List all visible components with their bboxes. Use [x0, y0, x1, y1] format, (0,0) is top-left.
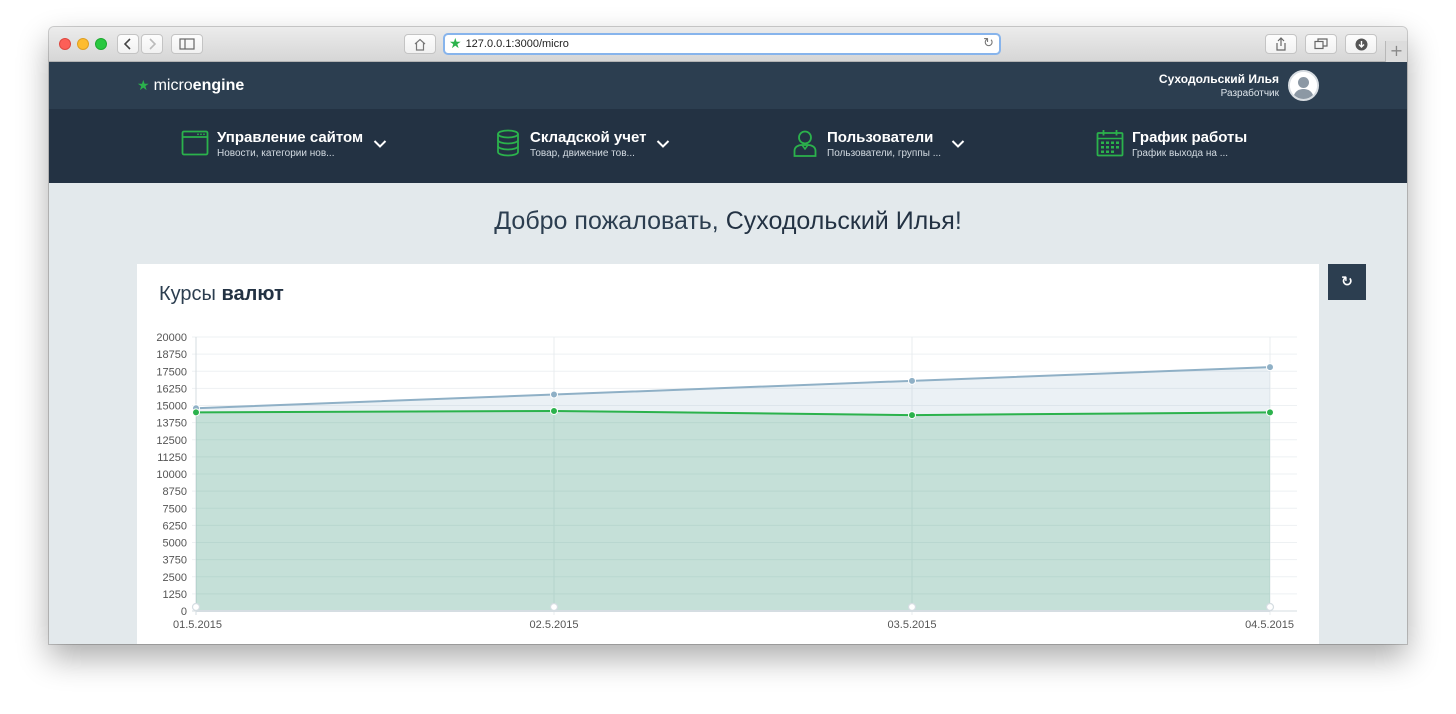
brand-name-bold: engine	[192, 77, 245, 94]
y-tick-label: 16250	[156, 383, 187, 395]
y-tick-label: 17500	[156, 366, 187, 378]
main-navigation: Управление сайтом Новости, категории нов…	[49, 109, 1407, 183]
brand-logo[interactable]: ★ micro engine	[137, 77, 244, 95]
data-point	[1266, 408, 1274, 417]
chevron-down-icon[interactable]	[656, 139, 670, 149]
brand-name-light: micro	[153, 77, 193, 94]
currency-rates-card: Курсы валют 0 1250 2500 3750 5000 6250 7500 875…	[137, 264, 1319, 644]
y-tick-label: 10000	[156, 469, 187, 481]
y-tick-label: 13750	[156, 418, 187, 430]
y-tick-label: 12500	[156, 435, 187, 447]
browser-window-icon	[181, 130, 209, 156]
y-tick-label: 2500	[163, 572, 187, 584]
data-point	[191, 602, 201, 612]
nav-title: Пользователи	[827, 129, 934, 146]
welcome-heading: Добро пожаловать, Суходольский Илья!	[49, 207, 1407, 236]
y-tick-label: 20000	[156, 332, 187, 344]
y-tick-label: 1250	[163, 589, 187, 601]
welcome-prefix: Добро пожаловать,	[494, 207, 726, 235]
user-info[interactable]: Суходольский Илья Разработчик	[1159, 72, 1279, 99]
data-point	[1266, 363, 1274, 372]
data-point	[908, 411, 916, 420]
user-name: Суходольский Илья	[1158, 72, 1279, 86]
nav-subtitle: График выхода на ...	[1132, 148, 1229, 159]
home-icon	[414, 38, 426, 51]
chevron-down-icon[interactable]	[951, 139, 965, 149]
share-icon	[1276, 37, 1286, 51]
avatar[interactable]	[1288, 70, 1319, 101]
currency-rates-chart: 0 1250 2500 3750 5000 6250 7500 8750 10000 11250 1…	[156, 332, 1297, 631]
x-tick-label: 03.5.2015	[888, 619, 937, 631]
nav-subtitle: Товар, движение тов...	[530, 148, 635, 159]
refresh-button[interactable]: ↻	[1328, 264, 1366, 300]
new-tab-button[interactable]: +	[1385, 41, 1407, 62]
address-bar[interactable]: ★ 127.0.0.1:3000/micro ↻	[443, 33, 1001, 55]
data-point	[908, 376, 916, 385]
refresh-icon: ↻	[1341, 274, 1353, 290]
close-window-button[interactable]	[59, 38, 71, 50]
zoom-window-button[interactable]	[95, 38, 107, 50]
y-tick-label: 18750	[156, 349, 187, 361]
y-tick-label: 5000	[163, 538, 187, 550]
reload-icon[interactable]: ↻	[983, 36, 994, 51]
download-icon	[1355, 38, 1367, 50]
y-tick-label: 8750	[163, 486, 187, 498]
data-point	[907, 602, 917, 612]
share-button[interactable]	[1265, 34, 1297, 54]
app-header: ★ micro engine Суходольский Илья Разработ…	[49, 62, 1407, 109]
chevron-right-icon	[149, 38, 157, 50]
minimize-window-button[interactable]	[77, 38, 89, 50]
y-tick-label: 6250	[163, 520, 187, 532]
browser-toolbar: ★ 127.0.0.1:3000/micro ↻ +	[49, 27, 1407, 62]
x-tick-label: 01.5.2015	[173, 619, 222, 631]
data-point	[549, 602, 559, 612]
nav-title: График работы	[1132, 129, 1248, 146]
star-icon: ★	[137, 78, 150, 94]
nav-title: Складской учет	[530, 129, 647, 146]
series-area	[196, 410, 1270, 611]
database-icon	[497, 129, 519, 157]
y-tick-label: 15000	[156, 401, 187, 413]
x-tick-label: 04.5.2015	[1245, 619, 1294, 631]
user-role: Разработчик	[1220, 88, 1279, 99]
browser-window: ★ 127.0.0.1:3000/micro ↻ + ★ micro engine…	[49, 27, 1407, 644]
y-tick-label: 7500	[163, 503, 187, 515]
nav-item-users[interactable]: Пользователи Пользователи, группы ...	[791, 129, 965, 161]
nav-item-warehouse[interactable]: Складской учет Товар, движение тов...	[494, 129, 670, 161]
data-point	[1265, 602, 1275, 612]
chevron-down-icon[interactable]	[373, 139, 387, 149]
calendar-icon	[1096, 130, 1124, 157]
data-point	[550, 390, 558, 399]
y-tick-label: 0	[181, 606, 187, 618]
back-button[interactable]	[117, 34, 139, 54]
sidebar-icon	[179, 38, 195, 50]
downloads-button[interactable]	[1345, 34, 1377, 54]
nav-subtitle: Пользователи, группы ...	[827, 148, 942, 159]
address-url[interactable]: 127.0.0.1:3000/micro	[466, 38, 569, 50]
data-point	[550, 406, 558, 415]
user-icon	[793, 130, 817, 157]
tabs-overview-button[interactable]	[1305, 34, 1337, 54]
welcome-suffix: !	[954, 207, 962, 235]
forward-button[interactable]	[141, 34, 163, 54]
nav-item-schedule[interactable]: График работы График выхода на ...	[1096, 129, 1247, 161]
y-tick-label: 11250	[157, 452, 187, 464]
nav-subtitle: Новости, категории нов...	[217, 148, 335, 159]
tabs-icon	[1314, 38, 1328, 50]
data-point	[192, 408, 200, 417]
chevron-left-icon	[123, 38, 131, 50]
welcome-user-name: Суходольский Илья	[725, 207, 955, 235]
home-button[interactable]	[404, 34, 436, 54]
sidebar-button[interactable]	[171, 34, 203, 54]
bookmark-star-icon: ★	[449, 36, 462, 52]
nav-item-site-management[interactable]: Управление сайтом Новости, категории нов…	[181, 129, 387, 161]
x-tick-label: 02.5.2015	[530, 619, 579, 631]
user-avatar-icon	[1290, 72, 1317, 99]
y-tick-label: 3750	[163, 555, 187, 567]
nav-title: Управление сайтом	[217, 129, 364, 146]
